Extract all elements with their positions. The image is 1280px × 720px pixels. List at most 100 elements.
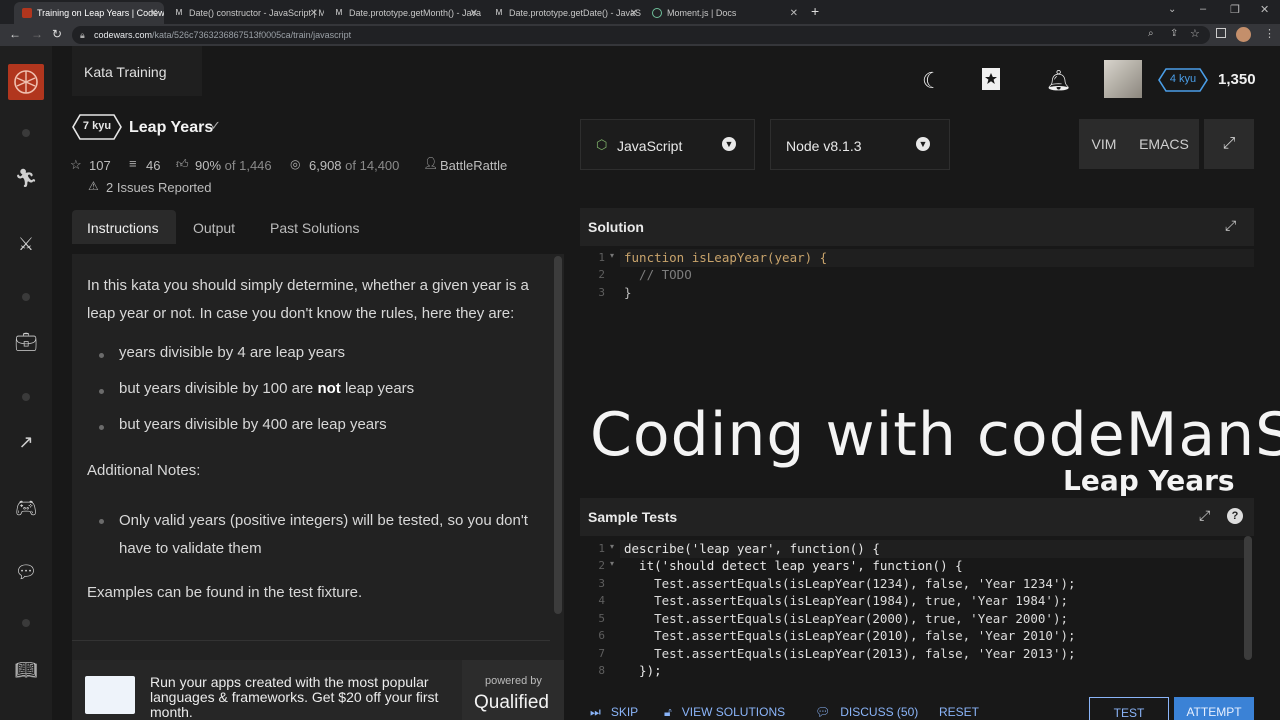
javascript-icon: ⬡	[596, 137, 608, 152]
runtime-select[interactable]: Node v8.1.3 ▼	[770, 119, 950, 170]
tests-editor[interactable]: 1 ▾ 2 ▾ 3 4 5 6 7 8 describe('leap year', …	[580, 536, 1254, 686]
restore-icon[interactable]: ❐	[1230, 3, 1240, 16]
bullet-icon	[99, 519, 104, 524]
code-line: describe('leap year', function() {	[624, 541, 880, 556]
video-overlay-title: Coding with codeManS	[590, 400, 1280, 470]
kyu-badge: 7 kyu	[72, 114, 122, 140]
collections-count: 46	[146, 158, 161, 173]
tab-instructions[interactable]: Instructions	[72, 210, 176, 244]
author-icon: 👤︎	[423, 156, 439, 170]
top-header: Kata Training ☾ 🔔︎ 4 kyu 1,350	[52, 46, 1280, 106]
url-field[interactable]: 🔒︎ codewars.com/kata/526c7363236867513f0…	[72, 26, 1210, 44]
skip-icon: ⏭︎	[590, 704, 601, 719]
reload-icon[interactable]: ↻	[52, 27, 62, 41]
solution-title: Solution	[588, 219, 644, 235]
code-line: Test.assertEquals(isLeapYear(2013), fals…	[624, 646, 1076, 661]
browser-tab-mdn-getdate[interactable]: M Date.prototype.getDate() - JavaS ✕	[486, 2, 644, 24]
bullet-icon	[99, 389, 104, 394]
dark-mode-icon[interactable]: ☾	[922, 68, 942, 94]
share-icon[interactable]: ⇪	[1170, 28, 1178, 39]
ad-thumbnail-icon	[85, 676, 135, 714]
close-tab-icon[interactable]: ✕	[790, 8, 798, 19]
kata-name: Leap Years	[129, 119, 214, 136]
sidepanel-icon[interactable]	[1216, 28, 1226, 38]
reset-button[interactable]: RESET	[939, 704, 979, 720]
close-window-icon[interactable]: ✕	[1260, 3, 1269, 16]
browser-tab-mdn-date[interactable]: M Date() constructor - JavaScript | M ✕	[166, 2, 324, 24]
profile-avatar-icon[interactable]	[1236, 27, 1251, 42]
warning-icon: ⚠	[88, 179, 99, 193]
sidebar-item-discord-icon[interactable]: 🎮︎	[14, 496, 38, 520]
bookmark-star-icon[interactable]: ☆	[1190, 27, 1200, 40]
close-tab-icon[interactable]: ✕	[470, 8, 478, 19]
expand-icon[interactable]: ⤢	[1199, 507, 1210, 524]
stars-count: 107	[89, 158, 111, 173]
mdn-favicon-icon: M	[495, 8, 503, 17]
codewars-favicon-icon	[22, 8, 32, 18]
codewars-logo-icon[interactable]	[8, 64, 44, 100]
author-link[interactable]: BattleRattle	[440, 158, 507, 173]
new-tab-button[interactable]: +	[811, 3, 819, 19]
tab-search-icon[interactable]: ⌄	[1168, 4, 1176, 15]
code-line: });	[624, 663, 662, 678]
completions-icon: ◎	[290, 157, 301, 171]
close-tab-icon[interactable]: ✕	[630, 8, 638, 19]
sidebar-item-chat-icon[interactable]: 💬︎	[14, 560, 38, 584]
browser-tab-mdn-getmonth[interactable]: M Date.prototype.getMonth() - Java ✕	[326, 2, 484, 24]
test-button[interactable]: TEST	[1089, 697, 1169, 720]
sidebar-item-practice-icon[interactable]: ⚔︎	[14, 232, 38, 256]
close-tab-icon[interactable]: ✕	[150, 8, 158, 19]
instructions-panel: In this kata you should simply determine…	[72, 254, 564, 720]
tests-scrollbar[interactable]	[1244, 536, 1252, 660]
code-line: // TODO	[624, 267, 692, 282]
discuss-icon: 💬︎	[815, 705, 831, 719]
fullscreen-icon[interactable]: ⤢	[1204, 119, 1254, 169]
expand-icon[interactable]: ⤢	[1225, 217, 1236, 234]
browser-tab-codewars[interactable]: Training on Leap Years | Codewa ✕	[14, 2, 164, 24]
attempt-button[interactable]: ATTEMPT	[1174, 697, 1254, 720]
back-icon[interactable]: ←	[9, 27, 21, 41]
browser-tab-moment[interactable]: Moment.js | Docs ✕	[644, 2, 804, 24]
issues-link[interactable]: 2 Issues Reported	[106, 180, 212, 195]
bookmark-icon[interactable]	[982, 68, 1000, 90]
tests-header: Sample Tests ⤢ ?	[580, 498, 1254, 536]
emacs-mode-button[interactable]: EMACS	[1129, 119, 1199, 169]
sidebar-separator	[22, 619, 30, 627]
notifications-bell-icon[interactable]: 🔔︎	[1046, 68, 1071, 93]
completions-count: 6,908 of 14,400	[309, 158, 400, 173]
avatar[interactable]	[1104, 60, 1142, 98]
tab-past-solutions[interactable]: Past Solutions	[270, 220, 360, 236]
sidebar-item-leaderboard-icon[interactable]: ↗	[14, 430, 38, 454]
sidebar-item-docs-icon[interactable]: 📖︎	[14, 658, 38, 682]
close-tab-icon[interactable]: ✕	[310, 8, 318, 19]
forward-icon[interactable]: →	[31, 27, 43, 41]
collections-icon: ≡	[129, 156, 137, 171]
code-line: function isLeapYear(year) {	[624, 250, 828, 265]
rank-badge[interactable]: 4 kyu	[1158, 68, 1208, 92]
sponsor-ad[interactable]: Run your apps created with the most popu…	[72, 660, 564, 720]
code-line: }	[624, 285, 632, 300]
skip-button[interactable]: ⏭︎ SKIP	[590, 704, 638, 720]
sidebar-item-jobs-icon[interactable]: 💼︎	[14, 330, 38, 354]
discuss-button[interactable]: 💬︎ DISCUSS (50)	[815, 704, 918, 720]
code-line: Test.assertEquals(isLeapYear(2000), true…	[624, 611, 1069, 626]
view-solutions-button[interactable]: 🔓︎ VIEW SOLUTIONS	[664, 704, 785, 720]
satisfaction-icon: 👍︎	[176, 157, 189, 171]
completed-check-icon: ✓	[210, 118, 221, 133]
sidebar: 🏃︎ ⚔︎ 💼︎ ↗ 🎮︎ 💬︎ 📖︎	[0, 46, 52, 720]
unlock-icon: 🔓︎	[664, 704, 672, 719]
minimize-icon[interactable]: –	[1200, 3, 1206, 15]
zoom-icon[interactable]: ⌕	[1148, 28, 1154, 39]
instructions-scrollbar[interactable]	[554, 256, 562, 614]
vim-mode-button[interactable]: VIM	[1079, 119, 1129, 169]
help-icon[interactable]: ?	[1227, 508, 1243, 524]
lock-icon: 🔒︎	[80, 30, 85, 40]
sidebar-item-training-icon[interactable]: 🏃︎	[14, 166, 38, 190]
browser-tab-bar: Training on Leap Years | Codewa ✕ M Date…	[0, 0, 1280, 24]
browser-menu-icon[interactable]: ⋮	[1264, 27, 1275, 40]
solution-editor[interactable]: 1 ▾ 2 3 function isLeapYear(year) { // TO…	[580, 246, 1254, 396]
examples-note: Examples can be found in the test fixtur…	[87, 584, 363, 601]
language-select[interactable]: ⬡ JavaScript ▼	[580, 119, 755, 170]
tab-output[interactable]: Output	[193, 220, 235, 236]
star-icon[interactable]: ☆	[70, 157, 82, 173]
